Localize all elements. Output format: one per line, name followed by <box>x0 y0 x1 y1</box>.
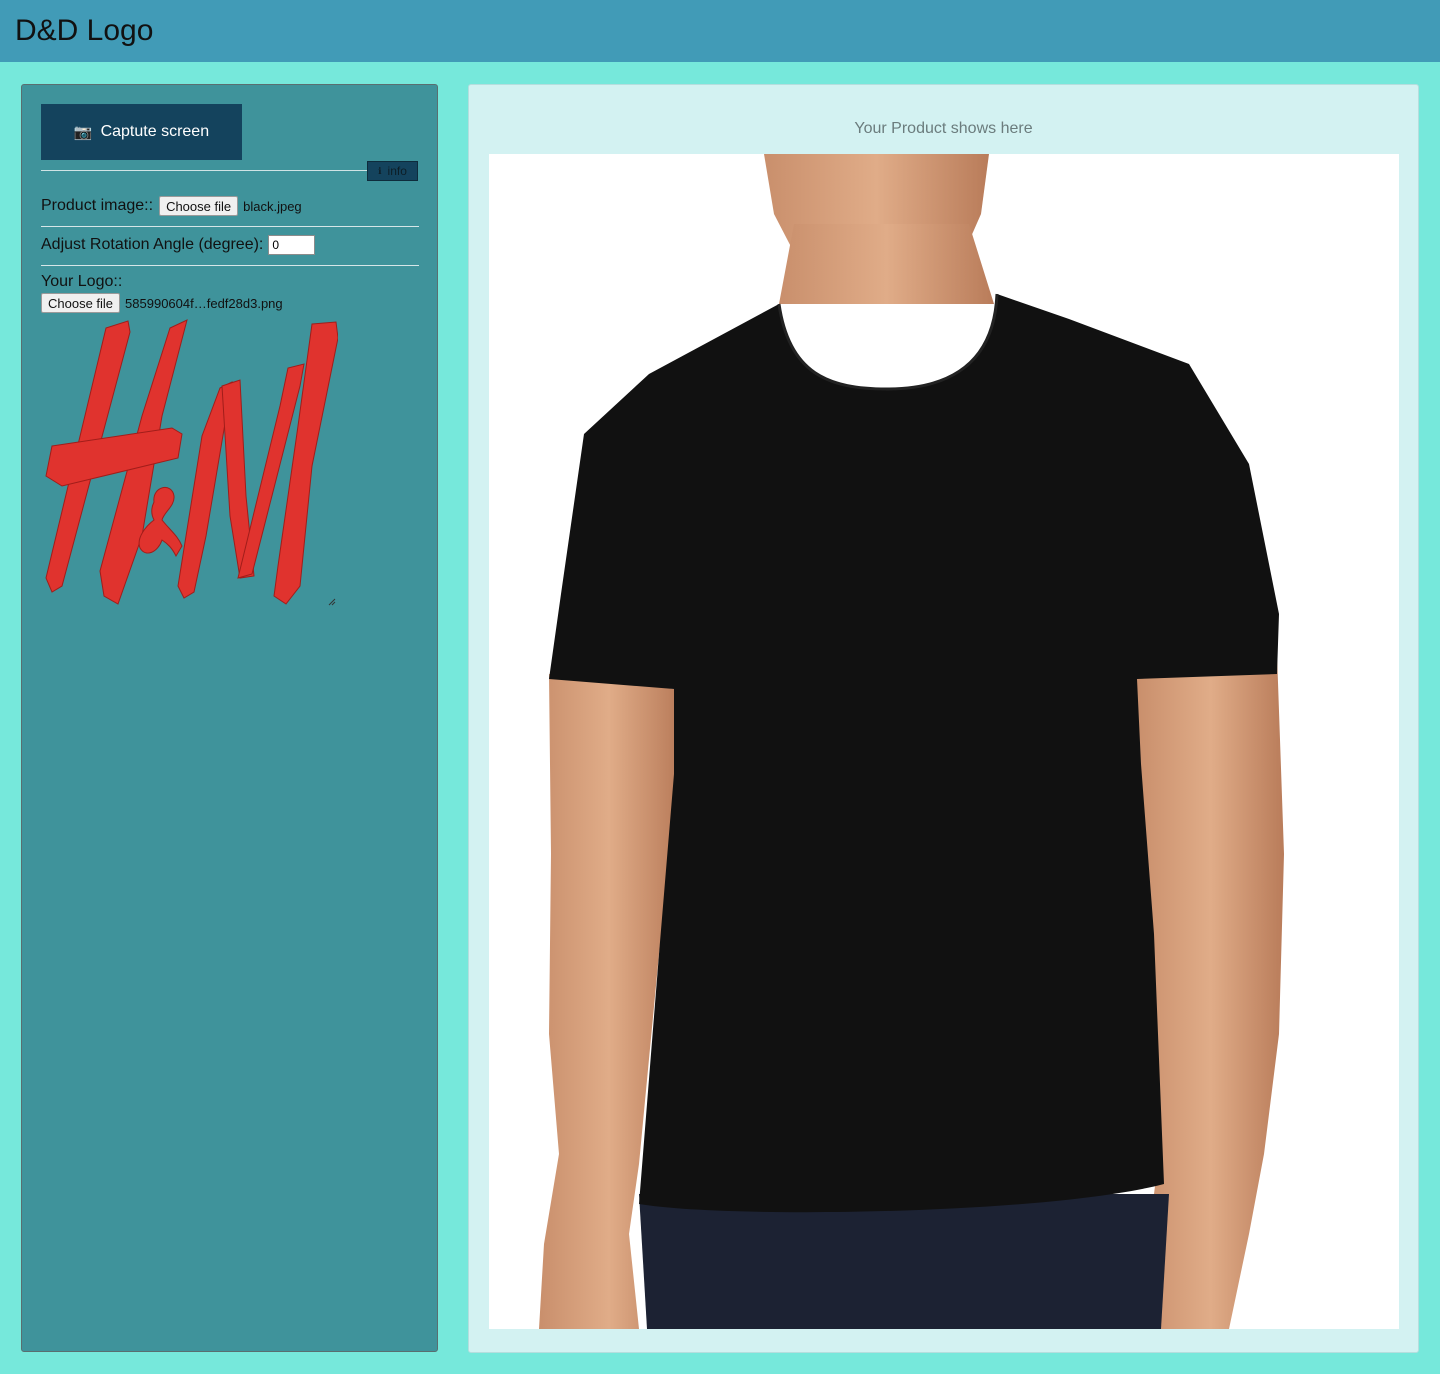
top-bar: D&D Logo <box>0 0 1440 62</box>
product-canvas[interactable] <box>489 154 1399 1329</box>
logo-filename: 585990604f…fedf28d3.png <box>125 295 283 311</box>
rotation-label: Adjust Rotation Angle (degree): <box>41 236 264 253</box>
product-image <box>539 154 1284 1329</box>
camera-icon: 📷 <box>73 124 93 141</box>
product-image-row: Product image:: Choose file black.jpeg <box>41 196 302 216</box>
divider <box>41 226 419 227</box>
capture-screen-button[interactable]: 📷 Captute screen <box>41 104 242 160</box>
logo-preview[interactable] <box>42 316 339 608</box>
info-icon: ℹ <box>378 165 382 176</box>
product-image-filename: black.jpeg <box>243 198 302 214</box>
info-button[interactable]: ℹ info <box>367 161 418 181</box>
capture-screen-label: Captute screen <box>100 123 210 140</box>
logo-label-row: Your Logo:: <box>41 273 122 291</box>
logo-choose-file-button[interactable]: Choose file <box>41 293 121 313</box>
rotation-angle-input[interactable] <box>268 235 316 255</box>
info-label: info <box>387 164 407 178</box>
logo-file-row: Choose file 585990604f…fedf28d3.png <box>41 293 283 313</box>
product-image-label: Product image:: <box>41 197 154 214</box>
preview-placeholder-text: Your Product shows here <box>854 120 1033 137</box>
resize-handle-icon[interactable] <box>328 598 336 606</box>
logo-label: Your Logo:: <box>41 273 123 290</box>
logo-image <box>45 319 339 605</box>
rotation-row: Adjust Rotation Angle (degree): <box>41 235 316 255</box>
control-panel: 📷 Captute screen ℹ info Product image:: … <box>21 84 438 1352</box>
app-title: D&D Logo <box>15 14 154 47</box>
product-preview-panel: Your Product shows here <box>468 84 1419 1353</box>
product-image-choose-file-button[interactable]: Choose file <box>159 196 239 216</box>
divider <box>41 170 367 171</box>
divider <box>41 265 419 266</box>
